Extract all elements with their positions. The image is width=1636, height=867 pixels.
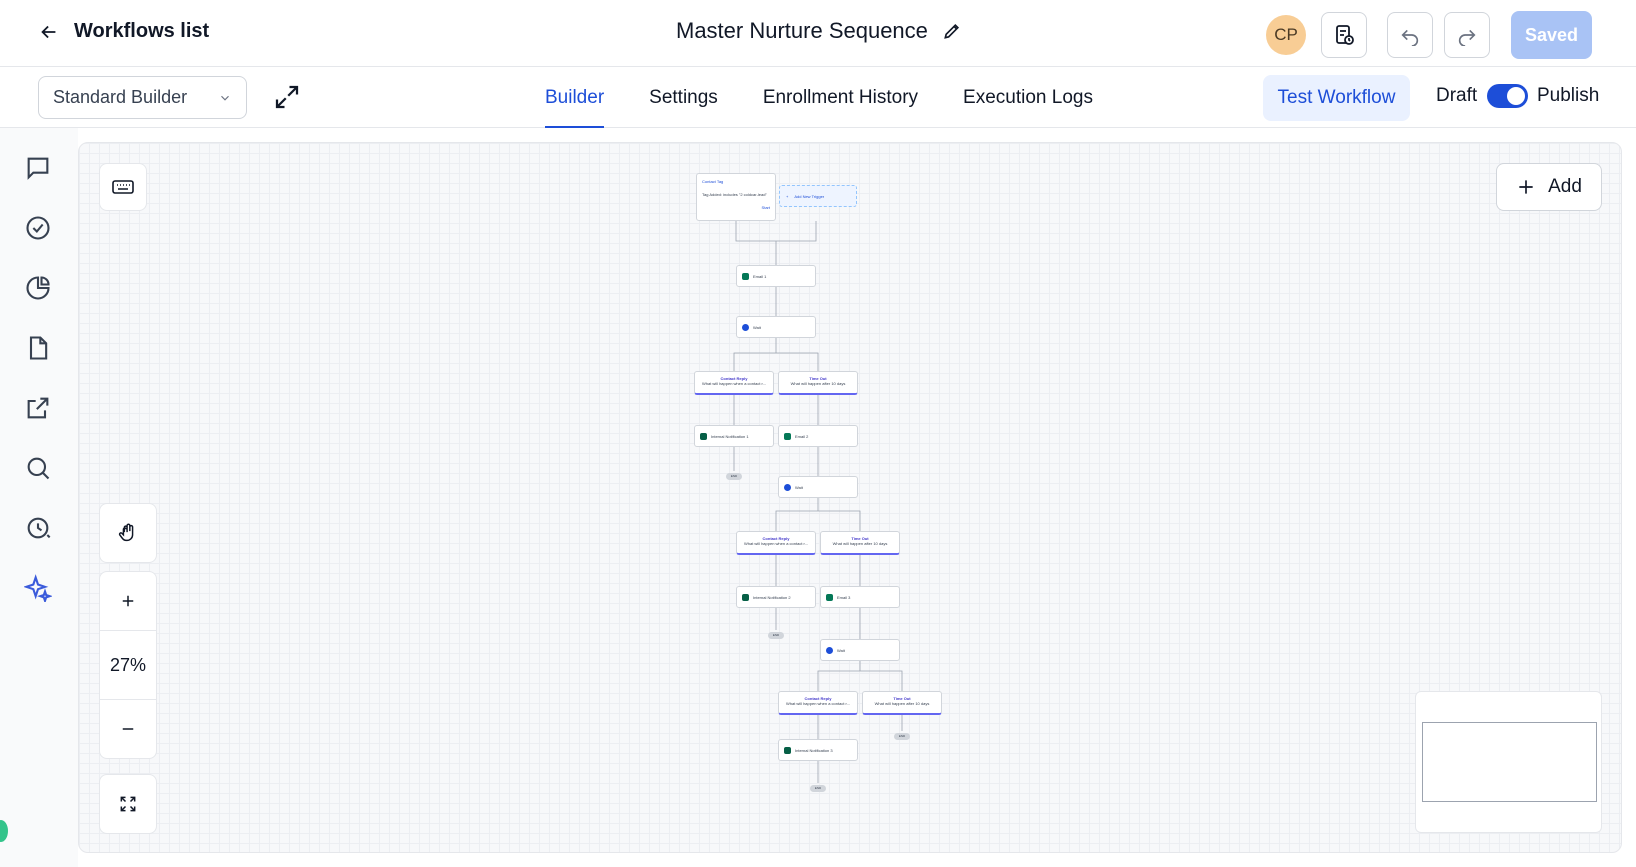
- test-workflow-button[interactable]: Test Workflow: [1263, 75, 1410, 121]
- node-label: Wait: [795, 484, 803, 490]
- notification-icon: [742, 593, 749, 601]
- redo-button[interactable]: [1444, 12, 1490, 58]
- node-label: Wait: [753, 324, 761, 330]
- branch-sub: What will happen after 10 days: [790, 381, 846, 386]
- end-marker: END: [768, 632, 784, 639]
- history-icon[interactable]: [24, 514, 52, 542]
- node-label: Internal Notification 1: [711, 433, 749, 439]
- arrow-left-icon: [41, 25, 56, 38]
- publish-label: Publish: [1537, 85, 1600, 106]
- node-label: Email 2: [795, 433, 809, 439]
- minimap[interactable]: [1415, 691, 1602, 833]
- back-to-workflows[interactable]: Workflows list: [38, 20, 209, 43]
- publish-toggle[interactable]: [1487, 84, 1528, 108]
- back-label: Workflows list: [74, 20, 210, 42]
- action-internal-notification-3[interactable]: Internal Notification 3: [778, 739, 858, 761]
- document-history-icon: [1336, 25, 1354, 45]
- tab-execution-logs[interactable]: Execution Logs: [963, 67, 1093, 128]
- reports-icon[interactable]: [24, 274, 52, 302]
- undo-button[interactable]: [1387, 12, 1433, 58]
- end-marker: END: [894, 733, 910, 740]
- action-email-2[interactable]: Email 2: [778, 425, 858, 447]
- tab-builder[interactable]: Builder: [545, 67, 605, 128]
- left-rail: [0, 128, 78, 867]
- branch-contact-reply-3[interactable]: Contact Reply What will happen when a con…: [778, 691, 858, 715]
- branch-sub: What will happen when a contact r...: [743, 541, 809, 546]
- node-label: Internal Notification 2: [753, 594, 791, 600]
- clock-icon: [784, 483, 791, 491]
- notification-icon: [700, 432, 707, 440]
- workflow-title-text: Master Nurture Sequence: [676, 18, 928, 43]
- tasks-icon[interactable]: [24, 214, 52, 242]
- node-label: Wait: [837, 647, 845, 653]
- ai-sparkle-icon[interactable]: [24, 574, 52, 602]
- action-wait-2[interactable]: Wait: [778, 476, 858, 498]
- builder-type-select[interactable]: Standard Builder: [38, 76, 247, 119]
- minimap-viewport: [1422, 722, 1597, 802]
- tab-settings[interactable]: Settings: [649, 67, 718, 128]
- branch-time-out-1[interactable]: Time Out What will happen after 10 days: [778, 371, 858, 395]
- avatar[interactable]: CP: [1266, 15, 1306, 55]
- plus-icon: +: [786, 193, 789, 199]
- action-email-1[interactable]: Email 1: [736, 265, 816, 287]
- action-internal-notification-1[interactable]: Internal Notification 1: [694, 425, 774, 447]
- trigger-subtitle: Tag Added: includes "2 coldcar-lead": [702, 192, 767, 197]
- version-history-button[interactable]: [1321, 12, 1367, 58]
- trigger-title: Contact Tag: [702, 179, 724, 184]
- end-marker: END: [810, 785, 826, 792]
- undo-icon: [1401, 29, 1419, 46]
- builder-type-value: Standard Builder: [53, 87, 188, 107]
- branch-time-out-3[interactable]: Time Out What will happen after 10 days: [862, 691, 942, 715]
- trigger-start: Start: [761, 205, 770, 210]
- action-internal-notification-2[interactable]: Internal Notification 2: [736, 586, 816, 608]
- top-bar: Workflows list Master Nurture Sequence C…: [0, 0, 1636, 67]
- expand-icon[interactable]: [272, 82, 302, 112]
- edit-pencil-icon[interactable]: [942, 21, 962, 41]
- saved-button[interactable]: Saved: [1511, 11, 1592, 59]
- clock-icon: [826, 646, 833, 654]
- branch-sub: What will happen when a contact r...: [785, 701, 851, 706]
- action-wait-3[interactable]: Wait: [820, 639, 900, 661]
- branch-sub: What will happen when a contact r...: [701, 381, 767, 386]
- tab-bar: Builder Settings Enrollment History Exec…: [545, 67, 1093, 128]
- branch-contact-reply-2[interactable]: Contact Reply What will happen when a con…: [736, 531, 816, 555]
- redo-icon: [1458, 29, 1476, 46]
- node-label: Email 1: [753, 273, 767, 279]
- conversations-icon[interactable]: [24, 154, 52, 182]
- add-trigger-button[interactable]: + Add New Trigger: [779, 185, 857, 207]
- action-email-3[interactable]: Email 3: [820, 586, 900, 608]
- draft-label: Draft: [1436, 85, 1478, 106]
- external-link-icon[interactable]: [24, 394, 52, 422]
- email-icon: [742, 272, 749, 280]
- node-label: Internal Notification 3: [795, 747, 833, 753]
- action-wait-1[interactable]: Wait: [736, 316, 816, 338]
- builder-toolbar: Standard Builder Builder Settings Enroll…: [0, 67, 1636, 128]
- toggle-knob: [1507, 87, 1525, 105]
- branch-sub: What will happen after 10 days: [832, 541, 888, 546]
- email-icon: [826, 593, 833, 601]
- branch-time-out-2[interactable]: Time Out What will happen after 10 days: [820, 531, 900, 555]
- clock-icon: [742, 323, 749, 331]
- chevron-down-icon: [221, 95, 229, 101]
- trigger-card[interactable]: Contact Tag Tag Added: includes "2 coldc…: [696, 173, 776, 221]
- branch-contact-reply-1[interactable]: Contact Reply What will happen when a con…: [694, 371, 774, 395]
- search-icon[interactable]: [24, 454, 52, 482]
- documents-icon[interactable]: [24, 334, 52, 362]
- workflow-title: Master Nurture Sequence: [676, 18, 962, 44]
- node-label: Email 3: [837, 594, 851, 600]
- email-icon: [784, 432, 791, 440]
- add-trigger-label: Add New Trigger: [794, 193, 825, 199]
- notification-icon: [784, 746, 791, 754]
- end-marker: END: [726, 473, 742, 480]
- tab-enrollment-history[interactable]: Enrollment History: [763, 67, 918, 128]
- workflow-canvas[interactable]: Add 27% Contact Tag Tag Added: includes …: [78, 142, 1622, 853]
- branch-sub: What will happen after 10 days: [874, 701, 930, 706]
